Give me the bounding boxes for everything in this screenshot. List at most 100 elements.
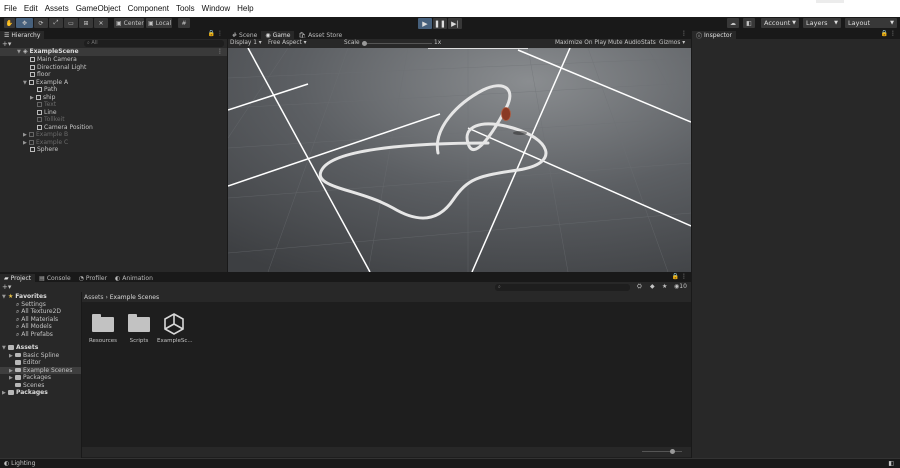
project-menu-icon[interactable]: 🔒 ⋮ bbox=[672, 273, 687, 280]
hierarchy-item[interactable]: ▼ Example A bbox=[23, 79, 68, 87]
rect-tool-icon[interactable]: ▭ bbox=[64, 18, 78, 28]
asset-folder[interactable]: ▶ Basic Spline bbox=[9, 352, 59, 360]
tab-profiler[interactable]: ◔ Profiler bbox=[75, 274, 111, 282]
lighting-status[interactable]: ◐ Lighting bbox=[4, 460, 35, 467]
menu-help[interactable]: Help bbox=[237, 4, 253, 13]
favorite-item[interactable]: ⌕ Settings bbox=[16, 301, 46, 309]
scale-slider-handle[interactable] bbox=[362, 41, 367, 46]
hierarchy-item[interactable]: ▶ Example B bbox=[23, 131, 68, 139]
tab-asset-store[interactable]: 🛍 Asset Store bbox=[294, 31, 346, 39]
tab-animation[interactable]: ◐ Animation bbox=[111, 274, 157, 282]
packages-row[interactable]: ▶ Packages bbox=[2, 389, 48, 397]
inspector-lock-icon[interactable]: 🔒 ⋮ bbox=[881, 30, 896, 37]
tab-inspector[interactable]: ⓘ Inspector bbox=[692, 31, 737, 40]
chevron-down-icon: ▼ bbox=[792, 20, 796, 26]
menu-component[interactable]: Component bbox=[128, 4, 169, 13]
menu-gameobject[interactable]: GameObject bbox=[76, 4, 121, 13]
hidden-count-badge[interactable]: ◉10 bbox=[674, 283, 687, 290]
project-search-input[interactable]: ⌕ bbox=[495, 283, 630, 291]
icon-size-handle[interactable] bbox=[670, 449, 675, 454]
pivot-local-button[interactable]: ▣ Local bbox=[146, 18, 172, 28]
label-icon[interactable]: ◆ bbox=[650, 283, 655, 290]
maximize-on-play-toggle[interactable]: Maximize On Play bbox=[555, 40, 606, 46]
menu-tools[interactable]: Tools bbox=[176, 4, 195, 13]
collab-icon[interactable]: ◧ bbox=[743, 18, 755, 28]
folder-icon bbox=[8, 345, 14, 350]
breadcrumb-root[interactable]: Assets bbox=[84, 294, 104, 301]
game-view[interactable] bbox=[228, 48, 691, 272]
hierarchy-item[interactable]: Camera Position bbox=[37, 124, 93, 132]
panel-menu-icon[interactable]: 🔒 ⋮ bbox=[208, 30, 223, 37]
hierarchy-item[interactable]: ▶ Example C bbox=[23, 139, 68, 147]
asset-folder-selected[interactable]: ▶ Example Scenes bbox=[0, 366, 81, 374]
rotate-tool-icon[interactable]: ⟳ bbox=[34, 18, 48, 28]
layers-dropdown[interactable]: Layers ▼ bbox=[803, 18, 841, 28]
stats-toggle[interactable]: Stats bbox=[641, 40, 656, 46]
icon-size-slider[interactable] bbox=[642, 451, 682, 452]
pivot-center-button[interactable]: ▣ Center bbox=[114, 18, 144, 28]
scene-row[interactable]: ▼ ◈ ExampleScene ⋮ bbox=[0, 48, 227, 56]
cloud-icon[interactable]: ☁ bbox=[727, 18, 739, 28]
unity-scene-icon[interactable] bbox=[162, 312, 186, 336]
tab-hierarchy[interactable]: ☰ Hierarchy bbox=[0, 31, 45, 39]
hierarchy-item[interactable]: floor bbox=[30, 71, 51, 79]
layout-dropdown[interactable]: Layout ▼ bbox=[845, 18, 897, 28]
breadcrumb-current[interactable]: Example Scenes bbox=[110, 294, 159, 301]
hierarchy-item[interactable]: Line bbox=[37, 109, 57, 117]
scale-tool-icon[interactable]: ⤢ bbox=[49, 18, 63, 28]
hierarchy-item[interactable]: Directional Light bbox=[30, 64, 86, 72]
display-dropdown[interactable]: Display 1 ▾ bbox=[230, 40, 262, 46]
folder-icon[interactable] bbox=[92, 314, 114, 332]
hierarchy-search-input[interactable]: ⌕ All bbox=[84, 40, 224, 47]
tab-scene[interactable]: # Scene bbox=[228, 31, 261, 39]
tab-project[interactable]: ▰ Project bbox=[0, 274, 36, 282]
folder-icon[interactable] bbox=[128, 314, 150, 332]
asset-folder[interactable]: Editor bbox=[15, 359, 41, 367]
gizmos-dropdown[interactable]: Gizmos ▾ bbox=[659, 40, 685, 46]
tab-label: Animation bbox=[122, 274, 153, 282]
custom-tool-icon[interactable]: ✕ bbox=[94, 18, 108, 28]
move-tool-icon[interactable]: ✥ bbox=[16, 18, 33, 28]
grid-snap-icon[interactable]: # bbox=[178, 18, 190, 28]
favorites-row[interactable]: ▼ ★ Favorites bbox=[2, 293, 47, 301]
hand-tool-icon[interactable]: ✋ bbox=[4, 18, 15, 28]
favorite-item[interactable]: ⌕ All Texture2D bbox=[16, 308, 61, 316]
assets-row[interactable]: ▼ Assets bbox=[2, 344, 38, 352]
tab-game[interactable]: ◉ Game bbox=[261, 31, 295, 39]
filter-icon[interactable]: ⛭ bbox=[637, 283, 642, 291]
favorite-item[interactable]: ⌕ All Materials bbox=[16, 316, 58, 324]
hierarchy-item[interactable]: Text bbox=[37, 101, 56, 109]
hierarchy-item[interactable]: Tollkeit bbox=[37, 116, 65, 124]
folder-icon bbox=[15, 352, 21, 358]
tab-label: Console bbox=[46, 274, 71, 282]
folder-icon bbox=[15, 375, 21, 380]
play-button[interactable]: ▶ bbox=[418, 18, 432, 29]
transform-tool-icon[interactable]: ⊞ bbox=[79, 18, 93, 28]
menu-edit[interactable]: Edit bbox=[24, 4, 38, 13]
create-button[interactable]: +▾ bbox=[2, 283, 11, 291]
favorite-item[interactable]: ⌕ All Prefabs bbox=[16, 331, 53, 339]
hierarchy-item[interactable]: ▶ ship bbox=[30, 94, 55, 102]
menu-assets[interactable]: Assets bbox=[45, 4, 69, 13]
asset-folder[interactable]: ▶ Packages bbox=[9, 374, 51, 382]
hierarchy-item[interactable]: Path bbox=[37, 86, 57, 94]
scene-menu-icon[interactable]: ⋮ bbox=[217, 48, 223, 56]
account-dropdown[interactable]: Account ▼ bbox=[761, 18, 799, 28]
notification-icon[interactable]: ◧ bbox=[888, 460, 894, 467]
favorite-item[interactable]: ⌕ All Models bbox=[16, 323, 52, 331]
pause-button[interactable]: ❚❚ bbox=[433, 18, 447, 29]
game-panel-menu-icon[interactable]: ⋮ bbox=[681, 30, 687, 37]
menu-window[interactable]: Window bbox=[202, 4, 230, 13]
hierarchy-item[interactable]: Sphere bbox=[30, 146, 58, 154]
mute-audio-toggle[interactable]: Mute Audio bbox=[608, 40, 641, 46]
hierarchy-item[interactable]: Main Camera bbox=[30, 56, 77, 64]
lighting-label: Lighting bbox=[11, 460, 36, 467]
asset-folder[interactable]: Scenes bbox=[15, 382, 44, 390]
scale-slider[interactable] bbox=[362, 43, 432, 44]
tab-console[interactable]: ▤ Console bbox=[35, 274, 75, 282]
step-button[interactable]: ▶| bbox=[448, 18, 462, 29]
add-object-button[interactable]: +▾ bbox=[2, 40, 11, 48]
aspect-dropdown[interactable]: Free Aspect ▾ bbox=[268, 40, 307, 46]
star-filter-icon[interactable]: ★ bbox=[662, 283, 667, 290]
menu-file[interactable]: File bbox=[4, 4, 17, 13]
